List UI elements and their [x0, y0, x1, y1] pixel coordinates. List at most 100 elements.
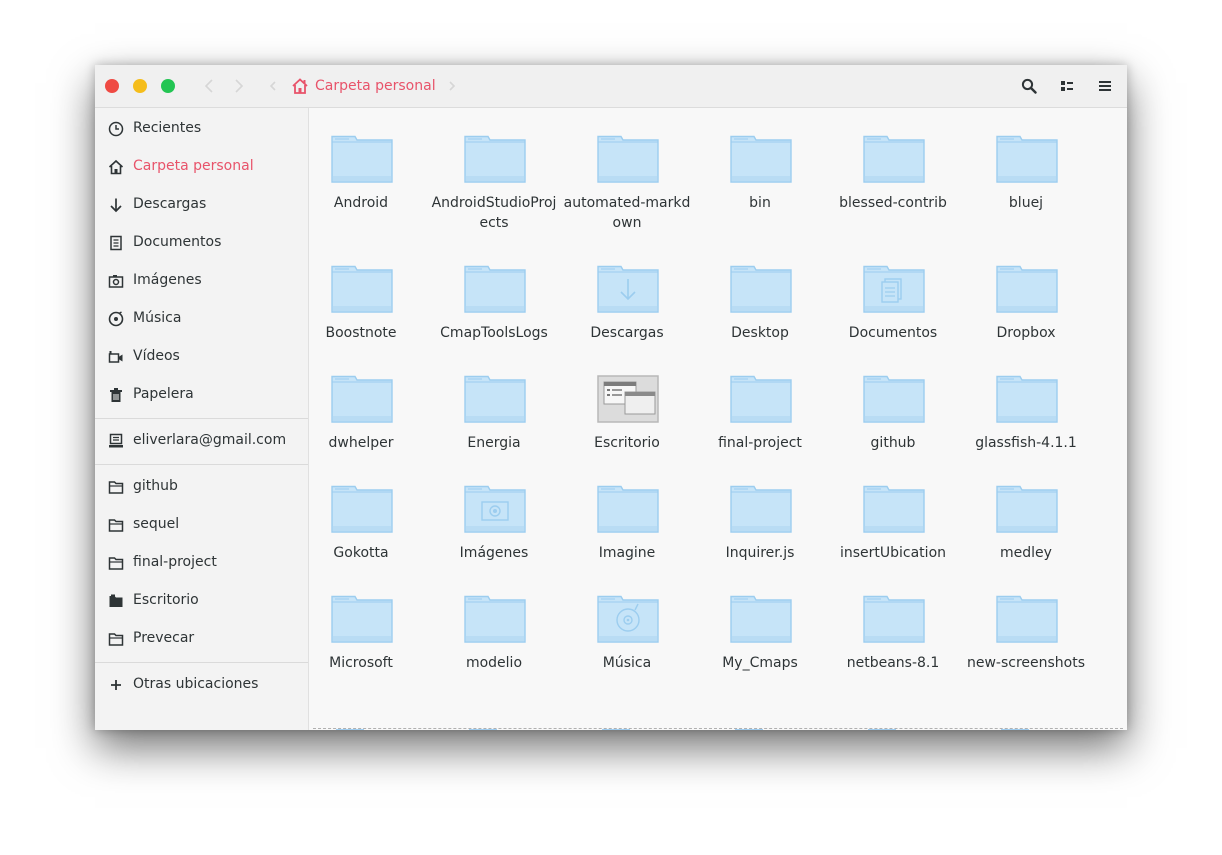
computer-icon [108, 433, 124, 449]
sidebar-item-label: eliverlara@gmail.com [133, 432, 287, 448]
folder-icon [730, 135, 792, 183]
view-toggle-button[interactable] [1057, 76, 1077, 96]
folder-icon [863, 375, 925, 423]
sidebar-item-label: github [133, 478, 178, 494]
folder-icon[interactable] [1001, 729, 1029, 730]
folder-icon [863, 135, 925, 183]
path-bar-home-button[interactable]: Carpeta personal [291, 75, 436, 97]
pictures-folder-icon [464, 485, 526, 533]
file-grid: Android AndroidStudioProjects automated-ma… [309, 108, 1127, 730]
search-button[interactable] [1019, 76, 1039, 96]
documents-folder-icon [863, 265, 925, 313]
maximize-window-button[interactable] [161, 79, 175, 93]
plus-icon [108, 677, 124, 693]
home-icon [292, 78, 308, 94]
folder-icon [464, 265, 526, 313]
file-name: Descargas [590, 325, 664, 341]
sidebar-item-papelera[interactable]: Papelera [95, 376, 308, 414]
folder-icon [331, 135, 393, 183]
folder-outline-icon [108, 631, 124, 647]
file-name: Música [602, 655, 652, 671]
sidebar-item-label: Documentos [133, 234, 222, 250]
file-name: bin [749, 195, 771, 211]
folder-icon[interactable] [868, 729, 896, 730]
file-name: AndroidStudioProjects [431, 195, 557, 231]
file-name: My_Cmaps [722, 655, 798, 671]
main-menu-button[interactable] [1095, 76, 1115, 96]
file-name: Desktop [731, 325, 789, 341]
file-name: automated-markdown [563, 195, 691, 231]
folder-icon [597, 135, 659, 183]
music-disc-icon [108, 311, 124, 327]
file-name: github [870, 435, 916, 451]
sidebar-item-other-locations[interactable]: Otras ubicaciones [95, 666, 308, 704]
sidebar-bookmark-sequel[interactable]: sequel [95, 506, 308, 544]
folder-icon[interactable] [336, 729, 364, 730]
sidebar-item-documentos[interactable]: Documentos [95, 224, 308, 262]
sidebar-item-label: Prevecar [133, 630, 195, 646]
file-name: Microsoft [329, 655, 393, 671]
file-name: modelio [465, 655, 523, 671]
file-name: CmapToolsLogs [440, 325, 548, 341]
sidebar-item-label: Música [133, 310, 182, 326]
home-icon [108, 159, 124, 175]
sidebar-bookmark-final-project[interactable]: final-project [95, 544, 308, 582]
sidebar-item-recientes[interactable]: Recientes [95, 110, 308, 148]
sidebar-bookmark-prevecar[interactable]: Prevecar [95, 620, 308, 658]
back-button[interactable] [197, 74, 221, 98]
sidebar-item-videos[interactable]: Vídeos [95, 338, 308, 376]
header-bar: Carpeta personal [95, 65, 1127, 108]
sidebar-separator [95, 662, 308, 663]
path-scroll-right-button[interactable] [440, 74, 464, 98]
folder-icon [464, 595, 526, 643]
sidebar-item-imagenes[interactable]: Imágenes [95, 262, 308, 300]
sidebar-item-descargas[interactable]: Descargas [95, 186, 308, 224]
folder-outline-icon [108, 479, 124, 495]
folder-icon[interactable] [469, 729, 497, 730]
sidebar-item-musica[interactable]: Música [95, 300, 308, 338]
sidebar-item-account[interactable]: eliverlara@gmail.com [95, 422, 308, 460]
file-name: final-project [718, 435, 802, 451]
sidebar-item-label: Otras ubicaciones [133, 676, 259, 692]
folder-icon [331, 595, 393, 643]
sidebar-bookmark-escritorio[interactable]: Escritorio [95, 582, 308, 620]
folder-icon[interactable] [602, 729, 630, 730]
sidebar-bookmark-github[interactable]: github [95, 468, 308, 506]
sidebar-item-label: Vídeos [133, 348, 180, 364]
file-manager-window: Carpeta personal Recientes Carpeta perso… [95, 65, 1127, 730]
chevron-right-icon [235, 79, 244, 93]
view-list-icon [1061, 81, 1073, 91]
chevron-right-icon [449, 81, 456, 91]
file-name: bluej [1008, 195, 1044, 211]
file-name: Android [333, 195, 389, 211]
file-name: blessed-contrib [839, 195, 947, 211]
file-name: Documentos [848, 325, 938, 341]
sidebar-item-carpeta-personal[interactable]: Carpeta personal [95, 148, 308, 186]
clock-icon [108, 121, 124, 137]
file-name: netbeans-8.1 [846, 655, 940, 671]
sidebar-item-label: Imágenes [133, 272, 202, 288]
sidebar-item-label: Carpeta personal [133, 158, 254, 174]
sidebar: Recientes Carpeta personal Descargas Doc… [95, 108, 309, 730]
folder-icon [730, 375, 792, 423]
desktop-folder-icon [597, 375, 659, 423]
path-scroll-left-button[interactable] [261, 74, 285, 98]
sidebar-separator [95, 464, 308, 465]
close-window-button[interactable] [105, 79, 119, 93]
path-bar-label: Carpeta personal [315, 78, 436, 94]
file-name: Imágenes [459, 545, 529, 561]
folder-icon [996, 485, 1058, 533]
folder-outline-icon [108, 555, 124, 571]
folder-icon [730, 265, 792, 313]
minimize-window-button[interactable] [133, 79, 147, 93]
folder-icon [996, 135, 1058, 183]
folder-icon [331, 375, 393, 423]
trash-icon [108, 387, 124, 403]
folder-icon[interactable] [735, 729, 763, 730]
file-name: Dropbox [996, 325, 1056, 341]
folder-icon [863, 595, 925, 643]
sidebar-item-label: final-project [133, 554, 217, 570]
camera-icon [108, 273, 124, 289]
sidebar-item-label: Descargas [133, 196, 207, 212]
forward-button[interactable] [227, 74, 251, 98]
